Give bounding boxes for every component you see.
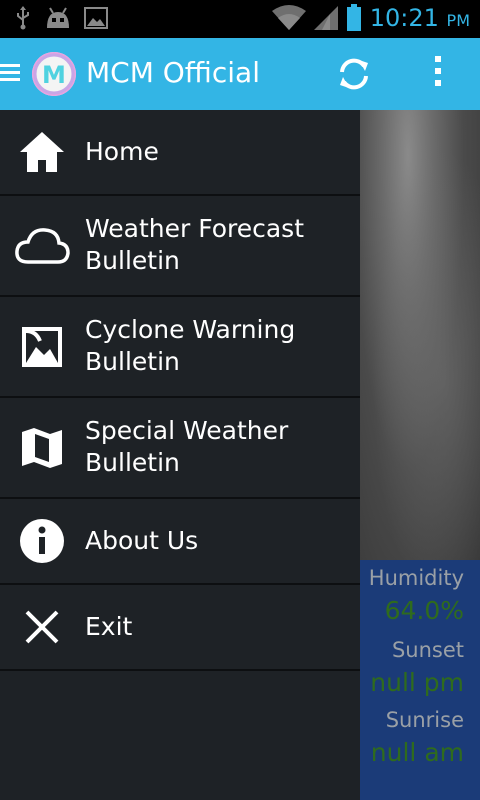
- humidity-label: Humidity: [368, 566, 464, 590]
- sky-background-image: [360, 110, 480, 560]
- drawer-item-label: About Us: [85, 526, 199, 555]
- android-debug-icon: [47, 7, 69, 28]
- image-icon: [18, 323, 66, 371]
- refresh-icon[interactable]: [334, 54, 374, 94]
- app-logo[interactable]: M: [32, 52, 76, 96]
- usb-icon: [17, 6, 29, 30]
- drawer-item-about-us[interactable]: About Us: [0, 499, 360, 585]
- drawer-item-label-line1: Cyclone Warning: [85, 315, 296, 344]
- drawer-item-weather-forecast[interactable]: Weather Forecast Bulletin: [0, 196, 360, 297]
- sunrise-label: Sunrise: [385, 708, 464, 732]
- drawer-item-exit[interactable]: Exit: [0, 585, 360, 671]
- sunset-value: null pm: [370, 668, 464, 697]
- logo-letter: M: [42, 61, 66, 89]
- notification-icons: [14, 6, 108, 30]
- info-icon: [18, 517, 66, 565]
- drawer-item-label: Cyclone Warning Bulletin: [85, 314, 295, 378]
- weather-stats-panel: Humidity 64.0% Sunset null pm Sunrise nu…: [360, 560, 480, 800]
- drawer-item-label-line1: Weather Forecast: [85, 214, 304, 243]
- sunset-label: Sunset: [391, 638, 464, 662]
- sunrise-value: null am: [370, 738, 464, 767]
- signal-icon: [313, 6, 338, 30]
- overflow-menu-icon[interactable]: [430, 56, 446, 92]
- drawer-item-label-line2: Bulletin: [85, 246, 180, 275]
- drawer-toggle-icon[interactable]: [0, 64, 20, 84]
- system-icons: 10:21 PM: [271, 4, 470, 32]
- drawer-item-label: Exit: [85, 612, 133, 641]
- battery-icon: [346, 4, 361, 31]
- drawer-item-label-line2: Bulletin: [85, 448, 180, 477]
- drawer-item-label-line2: Bulletin: [85, 347, 180, 376]
- drawer-item-home[interactable]: Home: [0, 110, 360, 196]
- wifi-icon: [271, 5, 306, 30]
- drawer-item-label: Home: [85, 137, 159, 166]
- drawer-item-cyclone-warning[interactable]: Cyclone Warning Bulletin: [0, 297, 360, 398]
- status-bar: 10:21 PM: [0, 0, 480, 38]
- app-title: MCM Official: [86, 56, 260, 89]
- status-clock: 10:21 PM: [370, 4, 470, 32]
- map-icon: [18, 424, 66, 472]
- app-logo-icon: M: [33, 53, 75, 95]
- drawer-item-special-weather[interactable]: Special Weather Bulletin: [0, 398, 360, 499]
- drawer-item-label: Weather Forecast Bulletin: [85, 213, 304, 277]
- cloud-icon: [14, 222, 70, 270]
- home-icon: [18, 128, 66, 176]
- weather-content: Humidity 64.0% Sunset null pm Sunrise nu…: [360, 110, 480, 800]
- clock-time: 10:21: [369, 4, 439, 32]
- clock-ampm: PM: [446, 11, 470, 30]
- image-notification-icon: [84, 7, 108, 29]
- humidity-value: 64.0%: [384, 596, 464, 625]
- drawer-item-label-line1: Special Weather: [85, 416, 289, 445]
- navigation-drawer: Home Weather Forecast Bulletin Cyclone W…: [0, 110, 360, 800]
- action-bar: M MCM Official: [0, 38, 480, 110]
- drawer-item-label: Special Weather Bulletin: [85, 415, 288, 479]
- close-icon: [18, 603, 66, 651]
